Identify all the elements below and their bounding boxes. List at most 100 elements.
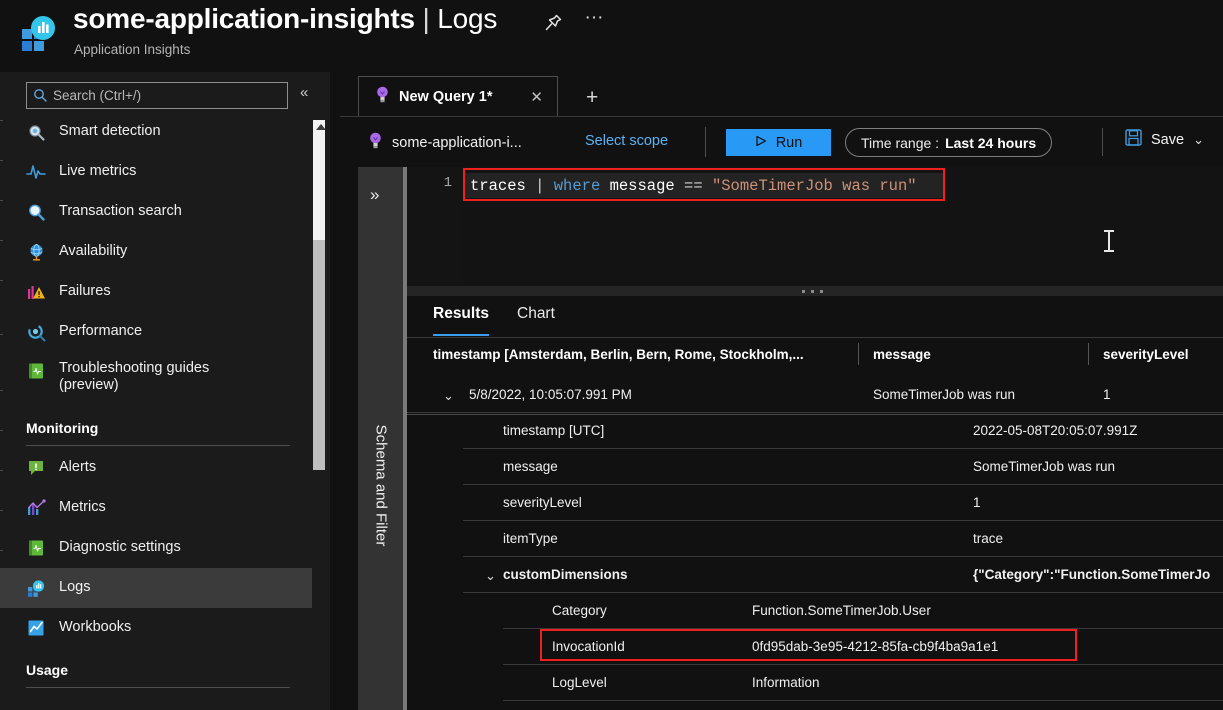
sidebar-item-metrics[interactable]: Metrics bbox=[0, 488, 312, 528]
table-row[interactable]: severityLevel1 bbox=[407, 485, 1223, 521]
cell-timestamp: 5/8/2022, 10:05:07.991 PM bbox=[469, 387, 632, 402]
sidebar-item-troubleshooting-guides[interactable]: Troubleshooting guides (preview) bbox=[0, 352, 312, 406]
sidebar-item-label: Troubleshooting guides (preview) bbox=[59, 360, 269, 394]
table-row[interactable]: CategoryFunction.SomeTimerJob.User bbox=[407, 593, 1223, 629]
column-resizer[interactable] bbox=[1088, 343, 1089, 365]
sidebar-item-label: Live metrics bbox=[59, 163, 136, 180]
time-range-label: Time range : bbox=[861, 135, 939, 151]
column-resizer[interactable] bbox=[858, 343, 859, 365]
sidebar-item-workbooks[interactable]: Workbooks bbox=[0, 608, 312, 648]
cell-key: LogLevel bbox=[552, 675, 607, 690]
sidebar-item-transaction-search[interactable]: Transaction search bbox=[0, 192, 312, 232]
cell-key: customDimensions bbox=[503, 567, 628, 582]
scope-name-label: some-application-i... bbox=[392, 135, 522, 151]
query-scope[interactable]: some-application-i... bbox=[368, 131, 522, 155]
nav-scroll-up-arrow[interactable] bbox=[316, 124, 326, 130]
nav-items-list: Smart detection Live metrics Transaction… bbox=[0, 112, 312, 710]
query-token: traces bbox=[470, 177, 526, 195]
query-token bbox=[600, 177, 609, 195]
schema-panel-label: Schema and Filter bbox=[373, 401, 390, 571]
sidebar-item-performance[interactable]: Performance bbox=[0, 312, 312, 352]
search-icon bbox=[27, 88, 53, 103]
column-header-timestamp[interactable]: timestamp [Amsterdam, Berlin, Bern, Rome… bbox=[433, 347, 804, 362]
workbooks-icon bbox=[26, 618, 46, 638]
sidebar-item-alerts[interactable]: Alerts bbox=[0, 448, 312, 488]
row-divider bbox=[503, 700, 1223, 701]
sidebar-item-diagnostic-settings[interactable]: Diagnostic settings bbox=[0, 528, 312, 568]
close-icon[interactable]: ✕ bbox=[530, 88, 543, 106]
failures-icon bbox=[26, 282, 46, 302]
nav-section-title: Monitoring bbox=[26, 420, 312, 436]
cell-value: Information bbox=[752, 675, 820, 690]
cell-key: timestamp [UTC] bbox=[503, 423, 604, 438]
pin-icon[interactable] bbox=[540, 10, 566, 36]
application-insights-icon bbox=[18, 12, 60, 54]
editor-gutter: 1 bbox=[407, 167, 463, 295]
toolbar-divider bbox=[705, 127, 706, 157]
add-query-tab-button[interactable]: + bbox=[586, 86, 598, 110]
schema-and-filter-panel[interactable]: Schema and Filter bbox=[358, 167, 403, 710]
table-row[interactable]: LogLevel Information bbox=[407, 665, 1223, 701]
table-row[interactable]: InvocationId0fd95dab-3e95-4212-85fa-cb9f… bbox=[407, 629, 1223, 665]
query-tab-strip: New Query 1* ✕ + bbox=[340, 72, 1223, 117]
sidebar-item-live-metrics[interactable]: Live metrics bbox=[0, 152, 312, 192]
query-token: | bbox=[535, 177, 544, 195]
table-row[interactable]: timestamp [UTC] 2022-05-08T20:05:07.991Z bbox=[407, 413, 1223, 449]
lightbulb-icon bbox=[375, 85, 390, 109]
sidebar-item-label: Availability bbox=[59, 243, 127, 260]
column-header-severitylevel[interactable]: severityLevel bbox=[1103, 347, 1189, 362]
editor-resize-handle[interactable] bbox=[407, 286, 1223, 296]
sidebar-item-failures[interactable]: Failures bbox=[0, 272, 312, 312]
table-row[interactable]: itemTypetrace bbox=[407, 521, 1223, 557]
tab-results[interactable]: Results bbox=[433, 305, 489, 336]
alerts-icon bbox=[26, 458, 46, 478]
sidebar-item-logs[interactable]: Logs bbox=[0, 568, 312, 608]
sidebar-item-label: Smart detection bbox=[59, 123, 161, 140]
expand-chevron-icon[interactable]: ⌄ bbox=[443, 388, 454, 404]
table-row[interactable]: ⌄ customDimensions {"Category":"Function.S… bbox=[407, 557, 1223, 593]
run-button[interactable]: Run bbox=[726, 129, 831, 156]
query-tab-new-query-1[interactable]: New Query 1* ✕ bbox=[358, 76, 558, 117]
page-title: some-application-insights | Logs bbox=[73, 3, 497, 35]
live-metrics-icon bbox=[26, 162, 46, 182]
cell-severitylevel: 1 bbox=[1103, 387, 1111, 402]
azure-portal-logs-page: some-application-insights | Logs Applica… bbox=[0, 0, 1223, 710]
table-row[interactable]: ⌄5/8/2022, 10:05:07.991 PMSomeTimerJob w… bbox=[407, 377, 1223, 413]
query-token: == bbox=[684, 177, 703, 195]
query-text-line[interactable]: traces | where message == "SomeTimerJob … bbox=[463, 173, 945, 198]
cell-key: Category bbox=[552, 603, 607, 618]
cell-value: 2022-05-08T20:05:07.991Z bbox=[973, 423, 1137, 438]
collapse-nav-button[interactable]: « bbox=[300, 84, 307, 101]
resource-type-subtitle: Application Insights bbox=[74, 42, 190, 57]
title-separator: | bbox=[423, 3, 430, 34]
query-token: message bbox=[610, 177, 675, 195]
save-button[interactable]: Save ⌄ bbox=[1125, 129, 1204, 151]
results-table-header: timestamp [Amsterdam, Berlin, Bern, Rome… bbox=[407, 338, 1223, 372]
cell-value: {"Category":"Function.SomeTimerJo bbox=[973, 567, 1210, 582]
chevron-down-icon[interactable]: ⌄ bbox=[1193, 132, 1204, 148]
nav-section-monitoring: Monitoring bbox=[0, 406, 312, 446]
cell-value: SomeTimerJob was run bbox=[973, 459, 1115, 474]
time-range-picker[interactable]: Time range : Last 24 hours bbox=[845, 128, 1052, 157]
sidebar-item-label: Transaction search bbox=[59, 203, 182, 220]
sidebar-item-smart-detection[interactable]: Smart detection bbox=[0, 112, 312, 152]
expand-chevron-icon[interactable]: ⌄ bbox=[485, 568, 496, 584]
table-row[interactable]: messageSomeTimerJob was run bbox=[407, 449, 1223, 485]
kql-query-editor[interactable]: 1 traces | where message == "SomeTimerJo… bbox=[407, 167, 1223, 295]
tab-chart[interactable]: Chart bbox=[517, 305, 555, 334]
diagnostic-settings-icon bbox=[26, 538, 46, 558]
nav-section-title: Usage bbox=[26, 662, 312, 678]
nav-scrollbar-thumb[interactable] bbox=[313, 240, 325, 470]
sidebar-item-availability[interactable]: Availability bbox=[0, 232, 312, 272]
select-scope-link[interactable]: Select scope bbox=[585, 133, 668, 149]
save-label: Save bbox=[1151, 132, 1184, 148]
query-token bbox=[544, 177, 553, 195]
logs-icon bbox=[26, 578, 46, 598]
expand-schema-panel-button[interactable]: » bbox=[370, 185, 377, 205]
line-number: 1 bbox=[444, 175, 452, 191]
search-input[interactable] bbox=[53, 88, 287, 103]
search-box[interactable] bbox=[26, 82, 288, 109]
query-tab-label: New Query 1* bbox=[399, 89, 493, 105]
column-header-message[interactable]: message bbox=[873, 347, 931, 362]
more-options-icon[interactable]: ··· bbox=[580, 8, 608, 34]
